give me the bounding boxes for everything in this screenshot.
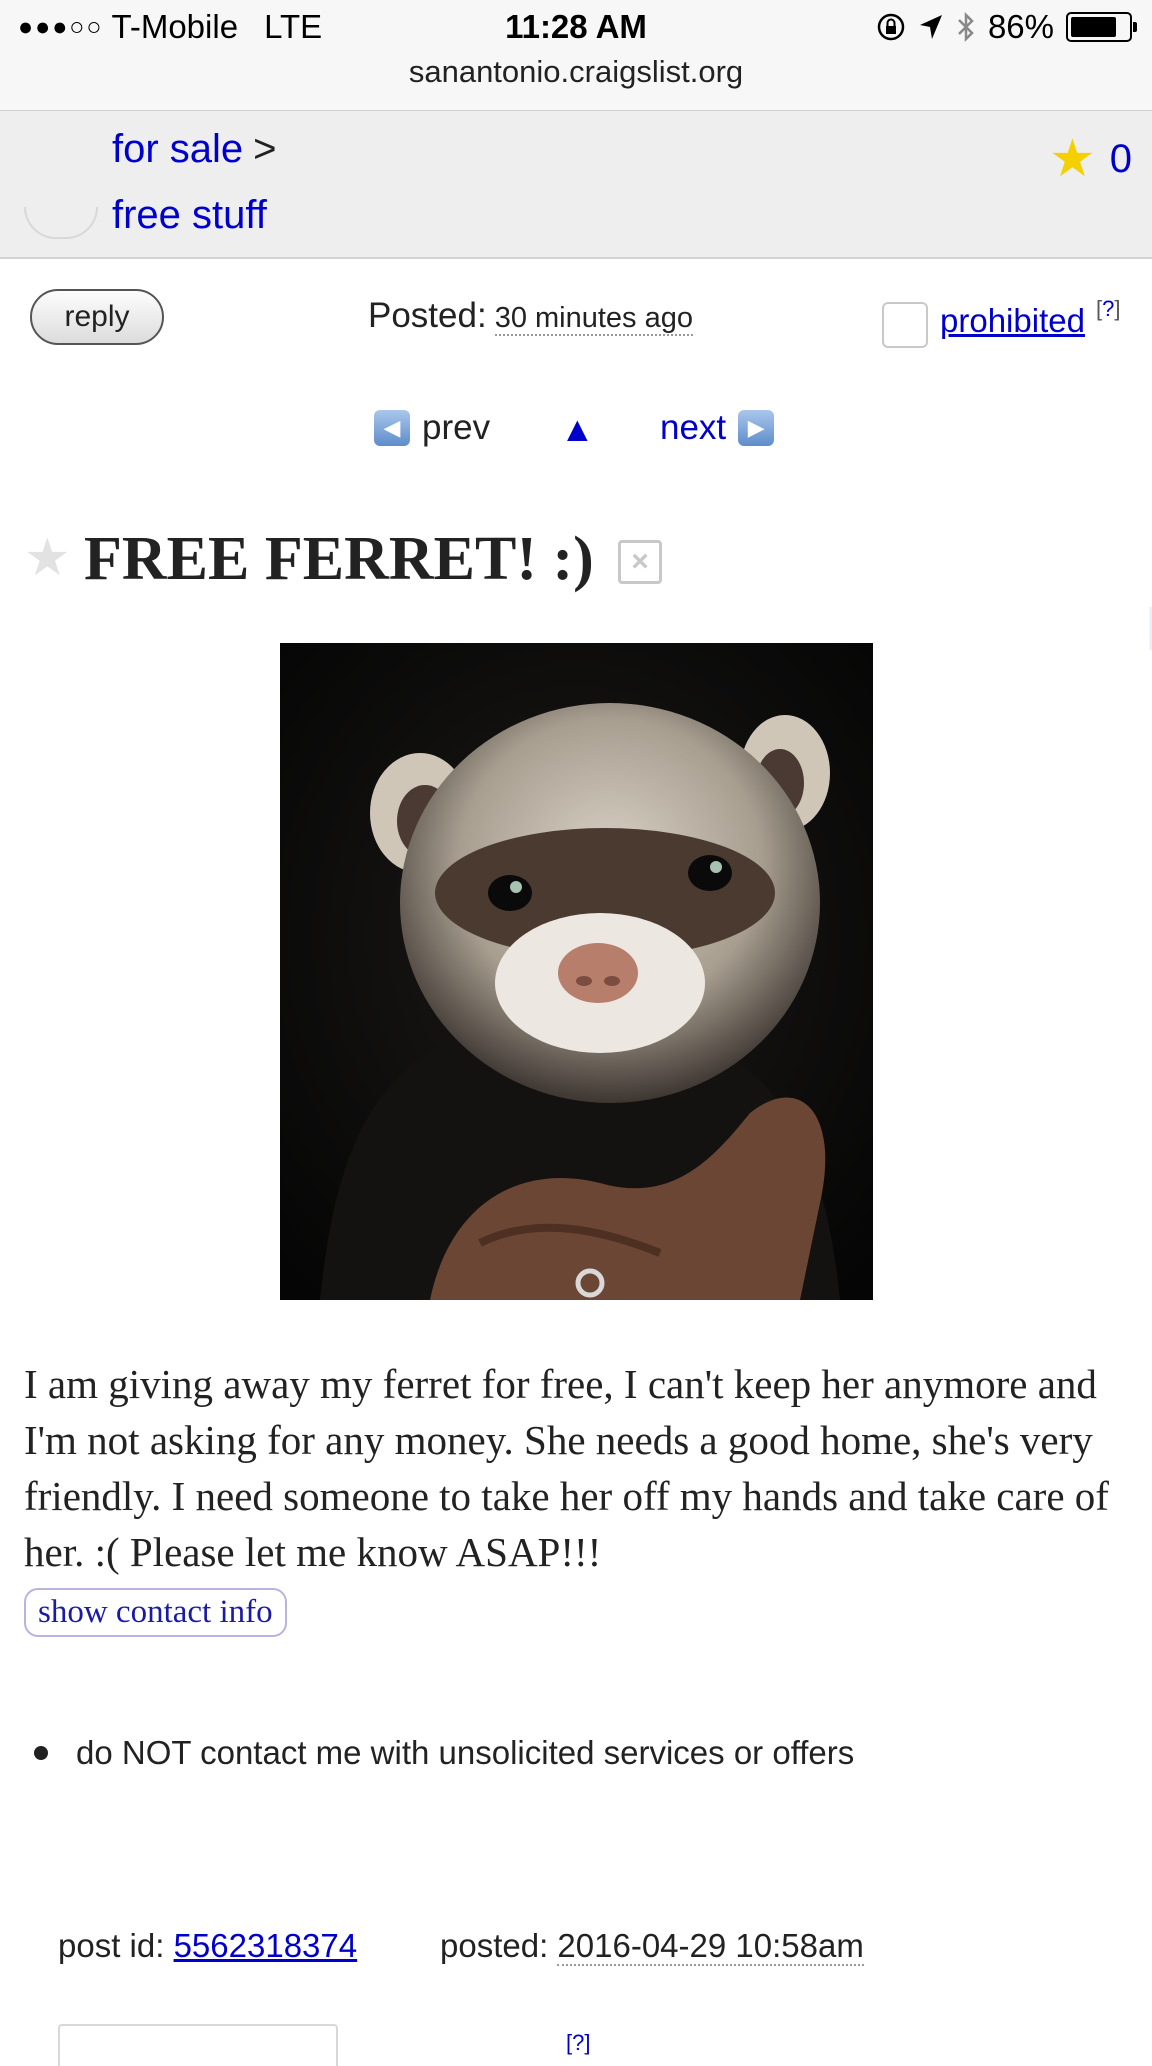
posted-date-value: 2016-04-29 10:58am	[557, 1927, 864, 1966]
post-id-label: post id:	[58, 1927, 165, 1964]
breadcrumb-label[interactable]: for sale	[112, 127, 243, 171]
post-id-link[interactable]: 5562318374	[174, 1927, 358, 1964]
favorites-counter[interactable]: ★ 0	[1049, 133, 1132, 185]
partially-hidden-button[interactable]	[24, 207, 98, 239]
reply-button[interactable]: reply	[30, 289, 164, 345]
show-contact-info-button[interactable]: show contact info	[24, 1588, 287, 1637]
status-bar: ●●●○○ T-Mobile LTE 11:28 AM 86% sananton…	[0, 0, 1152, 111]
help-link[interactable]: [?]	[1096, 296, 1121, 322]
status-icons: 86%	[876, 8, 1137, 46]
battery-percent: 86%	[987, 8, 1054, 45]
posted-label: Posted:	[368, 296, 487, 335]
battery-fill	[1071, 17, 1116, 37]
next-label[interactable]: next	[660, 408, 726, 448]
posted-time: 30 minutes ago	[494, 302, 694, 336]
listing-image[interactable]	[280, 643, 873, 1300]
left-arrow-icon: ◀	[374, 410, 410, 446]
list-item: do NOT contact me with unsolicited servi…	[34, 1734, 854, 1772]
prev-button[interactable]: ◀ prev	[374, 408, 490, 448]
location-arrow-icon	[919, 15, 942, 39]
up-arrow-link[interactable]: ▲	[560, 410, 595, 450]
battery-icon	[1066, 12, 1137, 42]
posted-info: Posted: 30 minutes ago	[368, 296, 694, 336]
next-button[interactable]: next ▶	[660, 408, 775, 448]
ferret-photo	[280, 643, 873, 1300]
breadcrumb: for sale > free stuff ★ 0	[0, 111, 1152, 259]
prohibited-link[interactable]: prohibited	[940, 302, 1085, 340]
flag-checkbox[interactable]	[882, 302, 928, 348]
posting-title: FREE FERRET! :)	[84, 525, 594, 593]
help-label[interactable]: ?	[1102, 296, 1114, 321]
notice-text: do NOT contact me with unsolicited servi…	[76, 1734, 855, 1771]
post-id: post id: 5562318374	[58, 1927, 357, 1965]
prev-label[interactable]: prev	[422, 408, 490, 448]
partially-hidden-box[interactable]	[58, 2024, 338, 2066]
rotation-lock-icon	[877, 13, 905, 41]
address-bar-url[interactable]: sanantonio.craigslist.org	[0, 54, 1152, 90]
craigslist-watermark: craigslist	[1097, 325, 1152, 1300]
posting-body: I am giving away my ferret for free, I c…	[24, 1361, 1109, 1575]
bluetooth-icon	[958, 11, 974, 43]
star-icon: ★	[1049, 130, 1096, 188]
breadcrumb-separator: >	[253, 127, 277, 171]
breadcrumb-item-for-sale[interactable]: for sale >	[112, 127, 277, 172]
right-arrow-icon: ▶	[738, 410, 775, 446]
posted-date-label: posted:	[440, 1927, 549, 1964]
bullet	[34, 1746, 48, 1760]
breadcrumb-item-free-stuff[interactable]: free stuff	[112, 193, 267, 238]
posted-date: posted: 2016-04-29 10:58am	[440, 1927, 864, 1966]
hide-posting-icon[interactable]: ×	[618, 540, 662, 584]
favorites-count[interactable]: 0	[1110, 137, 1132, 182]
footer-help-link[interactable]: [?]	[566, 2030, 590, 2056]
favorite-star-icon[interactable]: ★	[24, 532, 71, 584]
